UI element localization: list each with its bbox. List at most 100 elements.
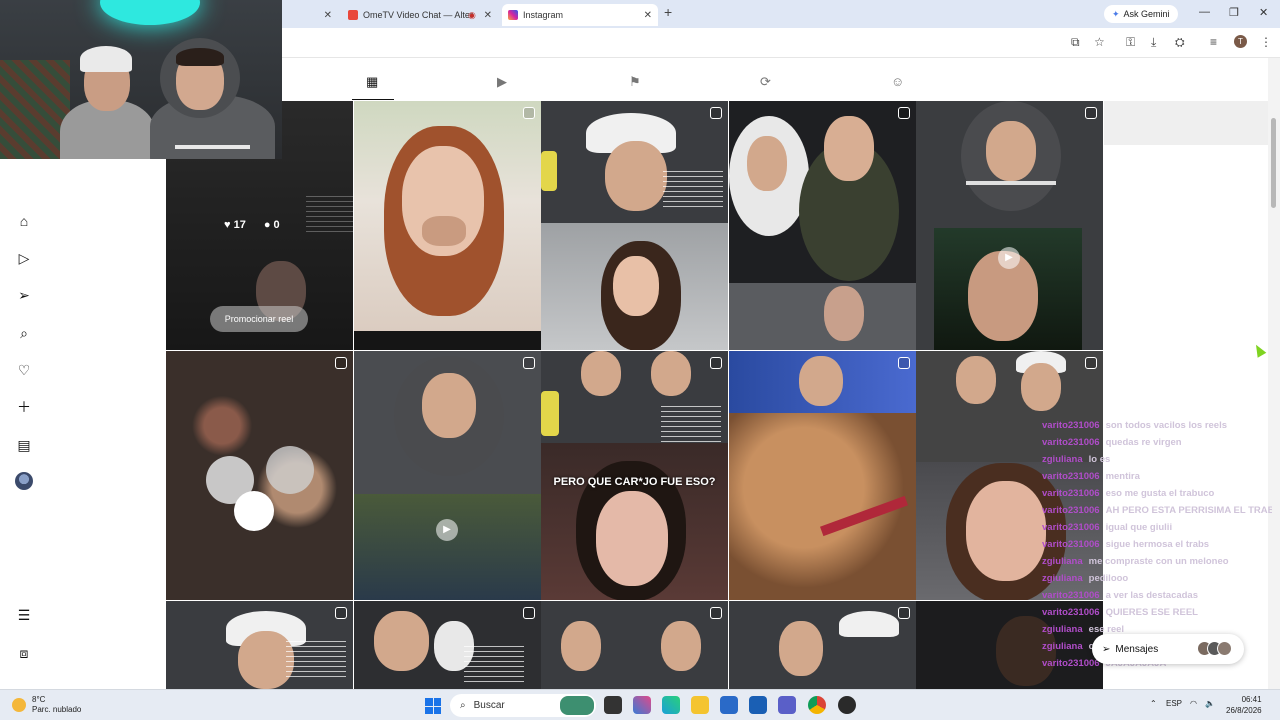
tab-close-icon[interactable]: ✕	[644, 10, 652, 21]
reel-icon	[523, 357, 535, 369]
chrome-icon[interactable]	[808, 696, 826, 714]
reposts-tab-icon[interactable]: ⟳	[760, 74, 771, 90]
grid-post[interactable]	[354, 601, 541, 689]
create-plus-icon[interactable]: ＋	[14, 397, 34, 417]
home-icon[interactable]: ⌂	[14, 211, 34, 231]
grid-post[interactable]	[729, 101, 916, 350]
post-thumbnail-face	[966, 481, 1046, 581]
grid-post[interactable]	[729, 601, 916, 689]
instagram-sidebar: ⌂ ▷ ➢ ⌕ ♡ ＋ ▤ ☰ ⧈	[0, 159, 48, 689]
messages-button[interactable]: ➢ Mensajes	[1092, 634, 1244, 664]
grid-post[interactable]: PERO QUE CAR*JO FUE ESO?	[541, 351, 728, 600]
new-tab-button[interactable]: +	[664, 4, 672, 20]
reel-icon	[523, 107, 535, 119]
outlook-icon[interactable]	[749, 696, 767, 714]
post-bottom-bar	[354, 331, 541, 350]
post-thumbnail-face	[596, 491, 668, 586]
post-thumbnail-face	[651, 351, 691, 396]
grid-post[interactable]	[541, 601, 728, 689]
scrollbar-thumb[interactable]	[1271, 118, 1276, 208]
tagged-tab-icon[interactable]: ☺	[891, 74, 904, 89]
chat-username: varito231006	[1042, 522, 1100, 533]
translate-icon[interactable]: ⛭	[1175, 35, 1185, 50]
close-window-icon[interactable]: ✕	[1259, 6, 1268, 19]
chat-username: varito231006	[1042, 488, 1100, 499]
more-menu-icon[interactable]: ☰	[14, 605, 34, 625]
message-avatars	[1197, 641, 1232, 656]
chat-username: varito231006	[1042, 505, 1100, 516]
posts-grid-icon[interactable]: ▦	[366, 74, 378, 90]
keyboard-lang[interactable]: ESP	[1166, 699, 1182, 708]
windows-start-icon[interactable]	[425, 698, 441, 714]
chat-username: zgiuliana	[1042, 454, 1083, 465]
download-icon[interactable]: ⤓	[1151, 35, 1156, 50]
taskbar-search[interactable]: ⌕ Buscar	[450, 694, 596, 717]
grid-post[interactable]	[166, 601, 353, 689]
maximize-icon[interactable]: ❐	[1229, 6, 1239, 19]
chat-message: varito231006 AH PERO ESTA PERRISIMA EL TR…	[1042, 505, 1272, 516]
notifications-heart-icon[interactable]: ♡	[14, 360, 34, 380]
password-key-icon[interactable]: ⚿	[1126, 35, 1135, 50]
grid-post[interactable]	[354, 101, 541, 350]
messages-icon: ➢	[1102, 643, 1111, 655]
teams-icon[interactable]	[778, 696, 796, 714]
minimize-icon[interactable]: —	[1199, 6, 1210, 18]
taskbar-clock[interactable]: 06:41 26/8/2026	[1226, 694, 1262, 716]
tab-instagram-title: Instagram	[523, 10, 564, 20]
tab-close-icon[interactable]: ✕	[484, 10, 492, 21]
insights-icon[interactable]: ▤	[14, 435, 34, 455]
chat-text: eso me gusta el trabuco	[1105, 488, 1215, 499]
tab-ometv-title: OmeTV Video Chat — Alter	[363, 10, 473, 20]
saved-tab-icon[interactable]: ⚑	[629, 74, 641, 90]
chat-message: zgiuliana pedilooo	[1042, 573, 1272, 584]
reel-icon	[335, 357, 347, 369]
reel-icon	[1085, 357, 1097, 369]
search-icon[interactable]: ⌕	[14, 323, 34, 343]
edge-icon[interactable]	[662, 696, 680, 714]
media-controls-icon[interactable]: ≡	[1210, 35, 1217, 49]
grid-post[interactable]: ▶	[916, 101, 1103, 350]
file-explorer-icon[interactable]	[691, 696, 709, 714]
also-from-meta-icon[interactable]: ⧈	[14, 643, 34, 663]
search-icon: ⌕	[460, 700, 466, 711]
reels-tab-icon[interactable]: ▶	[497, 74, 507, 90]
tab-ometv[interactable]: OmeTV Video Chat — Alter ◉ ✕	[342, 4, 498, 26]
copilot-icon[interactable]	[633, 696, 651, 714]
post-thumbnail-face	[613, 256, 659, 316]
ask-gemini-button[interactable]: ✦ Ask Gemini	[1104, 5, 1178, 23]
bookmark-star-icon[interactable]: ☆	[1094, 35, 1105, 49]
reel-icon	[710, 107, 722, 119]
reel-icon	[898, 357, 910, 369]
grid-post[interactable]	[729, 351, 916, 600]
play-icon: ▶	[436, 519, 458, 541]
post-thumbnail-cap	[839, 611, 899, 637]
chat-message: varito231006 sigue hermosa el trabs	[1042, 539, 1272, 550]
menu-kebab-icon[interactable]: ⋮	[1260, 35, 1272, 49]
tab-instagram[interactable]: Instagram ✕	[502, 4, 658, 26]
promote-reel-button[interactable]: Promocionar reel	[210, 306, 308, 332]
grid-post[interactable]	[541, 101, 728, 350]
cast-icon[interactable]: ⧉	[1071, 35, 1080, 50]
reel-icon	[898, 107, 910, 119]
chat-username: zgiuliana	[1042, 624, 1083, 635]
reel-icon	[335, 607, 347, 619]
task-view-icon[interactable]	[604, 696, 622, 714]
grid-post[interactable]: ▶	[354, 351, 541, 600]
reel-icon	[710, 607, 722, 619]
tab-close-previous[interactable]: ✕	[318, 4, 334, 26]
reels-icon[interactable]: ▷	[14, 248, 34, 268]
store-icon[interactable]	[720, 696, 738, 714]
obs-icon[interactable]	[838, 696, 856, 714]
browser-profile-avatar[interactable]: T	[1234, 35, 1247, 48]
reel-icon	[710, 357, 722, 369]
tray-chevron-icon[interactable]: ⌃	[1150, 699, 1157, 708]
wifi-icon[interactable]: ◠	[1190, 699, 1197, 708]
webcam-overlay	[0, 0, 282, 159]
chat-username: varito231006	[1042, 539, 1100, 550]
search-placeholder: Buscar	[473, 700, 505, 711]
profile-avatar[interactable]	[15, 472, 33, 490]
direct-messages-icon[interactable]: ➢	[14, 285, 34, 305]
weather-widget[interactable]: 8°C Parc. nublado	[12, 695, 81, 715]
grid-post[interactable]	[166, 351, 353, 600]
volume-icon[interactable]: 🔈	[1205, 699, 1215, 708]
